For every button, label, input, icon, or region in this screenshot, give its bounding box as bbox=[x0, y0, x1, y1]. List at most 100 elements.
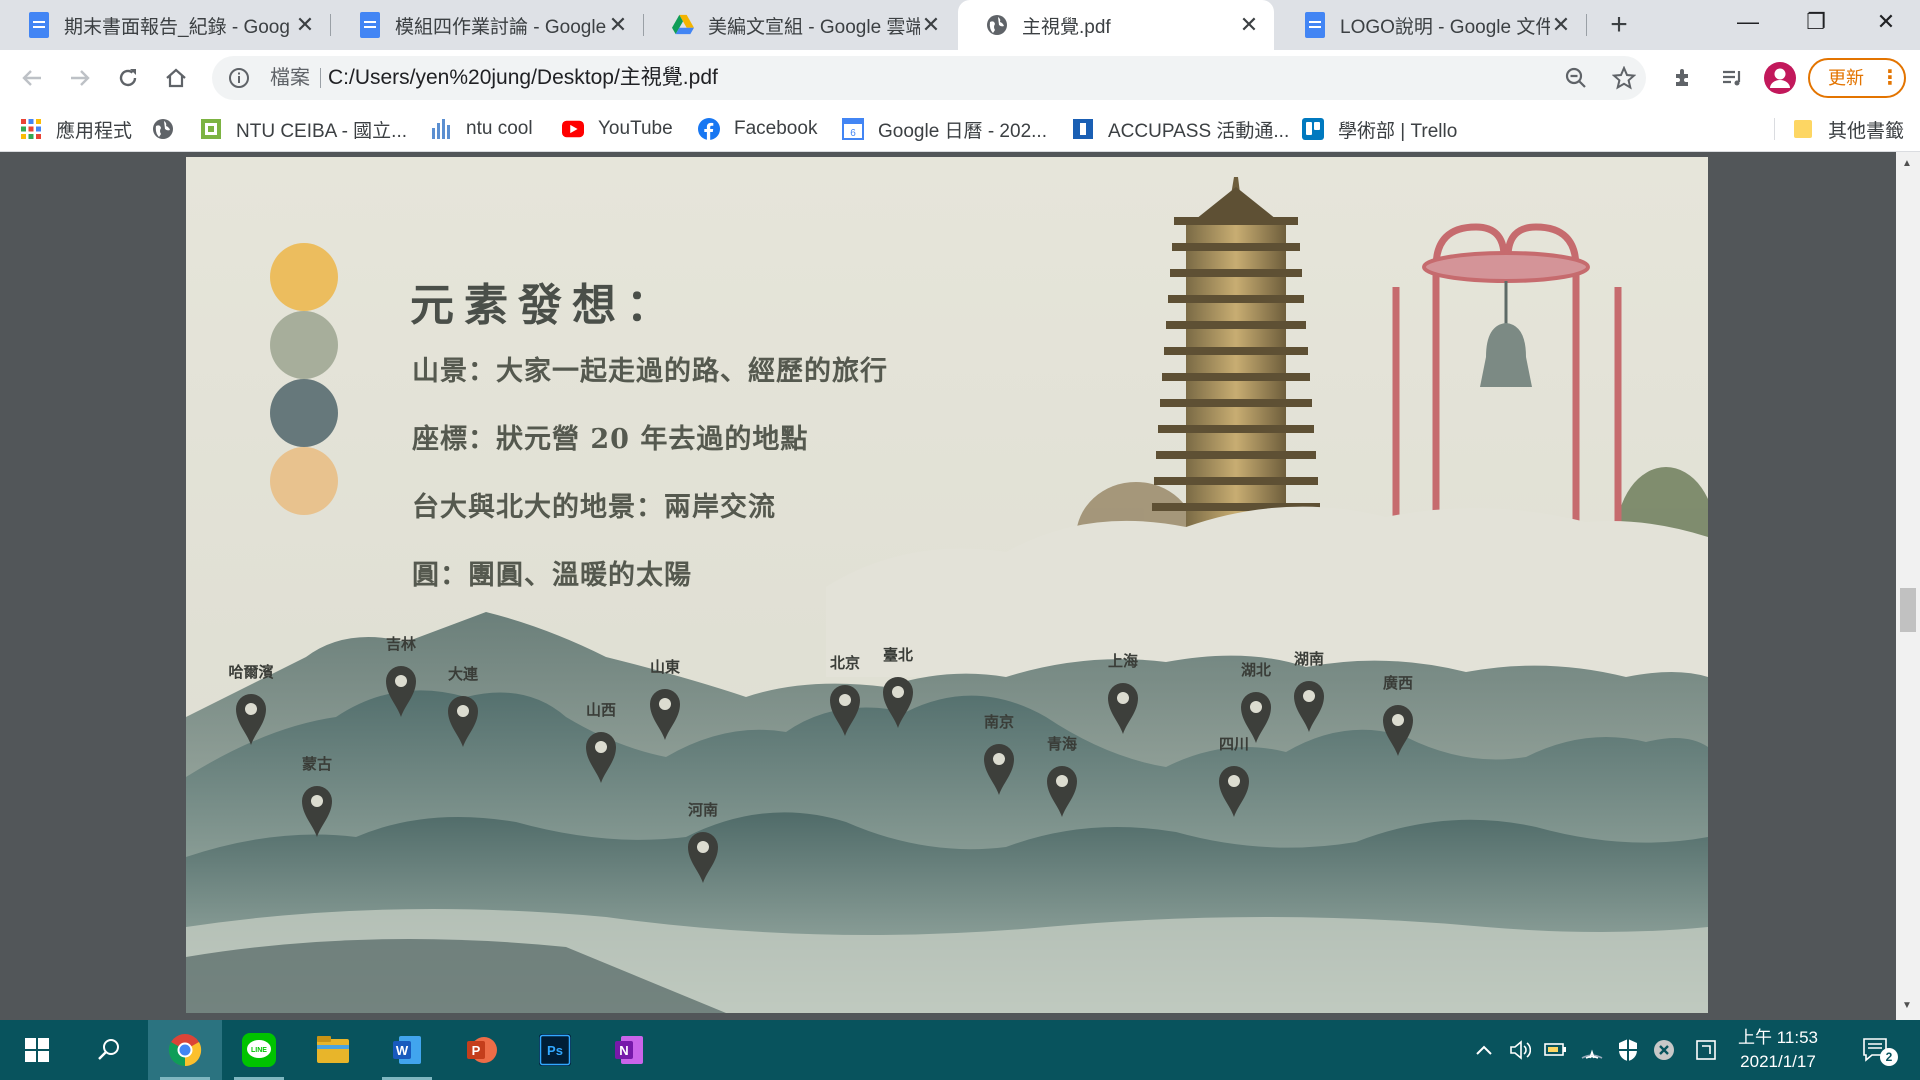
arrow-right-icon bbox=[71, 70, 90, 86]
svg-text:6: 6 bbox=[850, 128, 856, 139]
bookmark-ceiba[interactable]: NTU CEIBA - 國立... bbox=[200, 106, 407, 152]
bookmark-trello[interactable]: 學術部 | Trello bbox=[1302, 106, 1457, 152]
error-status-icon[interactable] bbox=[1648, 1020, 1680, 1080]
scroll-down-icon[interactable]: ▼ bbox=[1902, 1000, 1912, 1011]
bookmark-apps[interactable]: 應用程式 bbox=[20, 106, 132, 152]
tab-title: 美編文宣組 - Google 雲端 bbox=[708, 16, 920, 38]
update-button[interactable]: 更新 ⋮ bbox=[1808, 58, 1906, 98]
tab-5[interactable]: LOGO說明 - Google 文件 ✕ bbox=[1276, 0, 1586, 50]
map-pin-label: 臺北 bbox=[883, 646, 913, 664]
back-button[interactable] bbox=[12, 58, 52, 98]
bookmark-accupass[interactable]: ACCUPASS 活動通... bbox=[1072, 106, 1289, 152]
tab-4-active[interactable]: 主視覺.pdf ✕ bbox=[958, 0, 1274, 50]
close-icon[interactable]: ✕ bbox=[920, 14, 942, 36]
map-pin-hole bbox=[993, 753, 1005, 765]
forward-button[interactable] bbox=[60, 58, 100, 98]
input-method-icon[interactable] bbox=[1690, 1020, 1722, 1080]
map-pin-label: 南京 bbox=[984, 713, 1014, 731]
reload-button[interactable] bbox=[108, 58, 148, 98]
taskbar-file-explorer[interactable] bbox=[296, 1020, 370, 1080]
url-text[interactable]: C:/Users/yen%20jung/Desktop/主視覺.pdf bbox=[328, 56, 718, 100]
scroll-thumb[interactable] bbox=[1900, 588, 1916, 632]
map-pin-hole bbox=[1117, 692, 1129, 704]
svg-text:P: P bbox=[472, 1043, 481, 1058]
home-button[interactable] bbox=[156, 58, 196, 98]
profile-avatar[interactable] bbox=[1760, 58, 1800, 98]
close-window-button[interactable]: ✕ bbox=[1856, 0, 1916, 44]
bookmark-google-calendar[interactable]: 6 Google 日曆 - 202... bbox=[842, 106, 1047, 152]
tab-3[interactable]: 美編文宣組 - Google 雲端 ✕ bbox=[644, 0, 956, 50]
map-pin-label: 山西 bbox=[586, 701, 616, 719]
close-icon[interactable]: ✕ bbox=[1550, 14, 1572, 36]
map-pin-label: 四川 bbox=[1219, 735, 1249, 753]
search-button[interactable] bbox=[72, 1020, 146, 1080]
close-icon[interactable]: ✕ bbox=[1238, 14, 1260, 36]
zoom-icon[interactable] bbox=[1564, 66, 1588, 95]
battery-icon[interactable] bbox=[1540, 1020, 1572, 1080]
map-pin-hole bbox=[1303, 690, 1315, 702]
system-clock[interactable]: 上午 11:53 2021/1/17 bbox=[1728, 1026, 1828, 1074]
map-pin-hole bbox=[1392, 714, 1404, 726]
google-calendar-icon: 6 bbox=[842, 118, 864, 140]
notification-center[interactable]: 2 bbox=[1852, 1020, 1900, 1080]
start-button[interactable] bbox=[0, 1020, 74, 1080]
search-icon bbox=[98, 1039, 119, 1060]
tab-2[interactable]: 模組四作業討論 - Google 文 ✕ bbox=[331, 0, 643, 50]
taskbar-powerpoint[interactable]: P bbox=[444, 1020, 518, 1080]
map-pin-hole bbox=[1228, 775, 1240, 787]
vertical-scrollbar[interactable]: ▲ ▼ bbox=[1896, 152, 1920, 1020]
info-icon[interactable] bbox=[228, 67, 250, 94]
bookmark-label: Facebook bbox=[734, 118, 818, 139]
media-control-button[interactable] bbox=[1712, 58, 1752, 98]
map-pin-label: 青海 bbox=[1047, 735, 1077, 753]
close-icon[interactable]: ✕ bbox=[607, 14, 629, 36]
taskbar-photoshop[interactable]: Ps bbox=[518, 1020, 592, 1080]
avatar-icon bbox=[1764, 62, 1796, 94]
windows-start-icon bbox=[25, 1038, 49, 1062]
new-tab-button[interactable]: + bbox=[1598, 4, 1640, 46]
bookmark-globe[interactable] bbox=[152, 106, 188, 152]
wifi-icon[interactable] bbox=[1576, 1020, 1608, 1080]
minimize-button[interactable]: — bbox=[1718, 0, 1778, 44]
volume-icon[interactable] bbox=[1504, 1020, 1536, 1080]
extensions-button[interactable] bbox=[1664, 58, 1704, 98]
tab-title: LOGO說明 - Google 文件 bbox=[1340, 16, 1550, 38]
bookmark-label: Google 日曆 - 202... bbox=[878, 120, 1047, 142]
globe-icon bbox=[152, 118, 174, 140]
bookmark-label: 應用程式 bbox=[56, 120, 133, 142]
show-hidden-icons[interactable] bbox=[1468, 1020, 1500, 1080]
taskbar-chrome[interactable] bbox=[148, 1020, 222, 1080]
map-pin-label: 湖北 bbox=[1241, 661, 1271, 679]
pdf-heading: 元素發想： bbox=[410, 280, 680, 331]
address-bar[interactable]: 檔案 C:/Users/yen%20jung/Desktop/主視覺.pdf bbox=[212, 56, 1646, 100]
ceiba-icon bbox=[200, 118, 222, 140]
taskbar-word[interactable]: W bbox=[370, 1020, 444, 1080]
map-pin-hole bbox=[659, 698, 671, 710]
pdf-page: 哈爾濱 吉林 大連 蒙古 山西 山東 河南 北京 臺北 南京 青海 上海 四川 湖北 湖南 廣西 元素發想： … bbox=[186, 157, 1708, 1013]
map-pin-label: 廣西 bbox=[1383, 674, 1413, 692]
other-bookmarks[interactable]: 其他書籤 bbox=[1792, 106, 1904, 152]
svg-text:LINE: LINE bbox=[251, 1047, 267, 1054]
tab-1[interactable]: 期末書面報告_紀錄 - Goog ✕ bbox=[0, 0, 330, 50]
tab-title: 期末書面報告_紀錄 - Goog bbox=[64, 16, 290, 38]
security-shield-icon[interactable] bbox=[1612, 1020, 1644, 1080]
pdf-viewer: 哈爾濱 吉林 大連 蒙古 山西 山東 河南 北京 臺北 南京 青海 上海 四川 湖北 湖南 廣西 元素發想： … bbox=[0, 152, 1920, 1020]
restore-button[interactable]: ❐ bbox=[1786, 0, 1846, 44]
bookmark-star-icon[interactable] bbox=[1611, 65, 1637, 95]
taskbar-line[interactable]: LINE bbox=[222, 1020, 296, 1080]
globe-icon bbox=[986, 12, 1008, 38]
bookmark-facebook[interactable]: Facebook bbox=[698, 106, 817, 152]
arrow-left-icon bbox=[22, 70, 41, 86]
pdf-line-landmarks: 台大與北大的地景：兩岸交流 bbox=[412, 492, 776, 523]
scroll-up-icon[interactable]: ▲ bbox=[1902, 158, 1912, 169]
map-pin-label: 大連 bbox=[448, 665, 479, 683]
taskbar-onenote[interactable]: N bbox=[592, 1020, 666, 1080]
map-pin-label: 湖南 bbox=[1294, 650, 1324, 668]
puzzle-icon bbox=[1676, 69, 1688, 86]
map-pin-label: 蒙古 bbox=[302, 755, 332, 773]
map-pin-hole bbox=[245, 703, 257, 715]
palette-dot-tan bbox=[270, 447, 338, 515]
bookmark-youtube[interactable]: YouTube bbox=[562, 106, 673, 152]
close-icon[interactable]: ✕ bbox=[294, 14, 316, 36]
bookmark-ntu-cool[interactable]: ntu cool bbox=[430, 106, 533, 152]
